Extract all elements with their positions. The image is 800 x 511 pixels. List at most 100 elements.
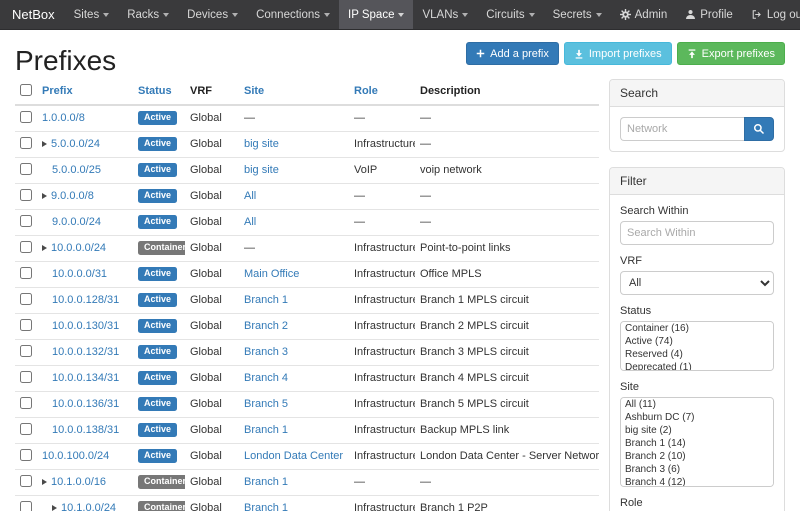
description-cell: — [415, 131, 599, 157]
prefix-link[interactable]: 5.0.0.0/25 [52, 164, 101, 176]
row-checkbox[interactable] [20, 423, 32, 435]
prefix-indent: 10.0.0.134/31 [42, 372, 119, 384]
row-select-cell [15, 261, 37, 287]
nav-item-log-out[interactable]: Log out [742, 0, 800, 29]
column-sort-link[interactable]: Prefix [42, 85, 73, 97]
nav-item-label: VLANs [422, 9, 458, 21]
row-checkbox[interactable] [20, 267, 32, 279]
site-link[interactable]: Branch 2 [244, 320, 288, 332]
row-checkbox[interactable] [20, 137, 32, 149]
prefix-link[interactable]: 1.0.0.0/8 [42, 112, 85, 124]
status-badge: Active [138, 111, 177, 125]
site-link[interactable]: Branch 1 [244, 294, 288, 306]
prefix-link[interactable]: 10.0.0.128/31 [52, 294, 119, 306]
content: PrefixStatusVRFSiteRoleDescription 1.0.0… [0, 77, 800, 511]
row-checkbox[interactable] [20, 345, 32, 357]
prefix-link[interactable]: 10.0.0.132/31 [52, 346, 119, 358]
site-option[interactable]: Branch 3 (6) [621, 463, 773, 476]
prefix-link[interactable]: 5.0.0.0/24 [51, 138, 100, 150]
status-listbox[interactable]: Container (16)Active (74)Reserved (4)Dep… [620, 321, 774, 371]
site-link[interactable]: All [244, 216, 256, 228]
status-option[interactable]: Container (16) [621, 322, 773, 335]
row-checkbox[interactable] [20, 449, 32, 461]
prefix-link[interactable]: 10.0.0.138/31 [52, 424, 119, 436]
prefix-link[interactable]: 9.0.0.0/8 [51, 190, 94, 202]
filter-panel-body: Search Within VRF All Status Container (… [610, 195, 784, 511]
status-badge: Active [138, 423, 177, 437]
site-link[interactable]: Main Office [244, 268, 299, 280]
site-option[interactable]: Branch 1 (14) [621, 437, 773, 450]
status-option[interactable]: Deprecated (1) [621, 361, 773, 371]
search-within-input[interactable] [620, 221, 774, 245]
prefix-indent: 10.0.100.0/24 [42, 450, 109, 462]
nav-item-devices[interactable]: Devices [178, 0, 247, 29]
site-link[interactable]: Branch 5 [244, 398, 288, 410]
site-link[interactable]: Branch 1 [244, 424, 288, 436]
row-checkbox[interactable] [20, 371, 32, 383]
site-option[interactable]: big site (2) [621, 424, 773, 437]
prefix-link[interactable]: 9.0.0.0/24 [52, 216, 101, 228]
search-button[interactable] [744, 117, 774, 141]
site-link[interactable]: London Data Center [244, 450, 343, 462]
vrf-select[interactable]: All [620, 271, 774, 295]
site-link[interactable]: Branch 1 [244, 476, 288, 488]
site-link[interactable]: All [244, 190, 256, 202]
column-sort-link[interactable]: Site [244, 85, 264, 97]
prefix-link[interactable]: 10.0.0.0/31 [52, 268, 107, 280]
chevron-down-icon [529, 13, 535, 17]
site-link[interactable]: big site [244, 164, 279, 176]
vrf-cell: Global [185, 209, 239, 235]
column-sort-link[interactable]: Role [354, 85, 378, 97]
nav-item-connections[interactable]: Connections [247, 0, 339, 29]
select-all-checkbox[interactable] [20, 84, 32, 96]
site-option[interactable]: All (11) [621, 398, 773, 411]
column-sort-link[interactable]: Status [138, 85, 172, 97]
import-prefixes-button[interactable]: Import prefixes [564, 42, 672, 65]
prefix-indent: 10.0.0.0/24 [42, 242, 106, 254]
site-option[interactable]: Ashburn DC (7) [621, 411, 773, 424]
row-checkbox[interactable] [20, 397, 32, 409]
row-checkbox[interactable] [20, 189, 32, 201]
prefix-link[interactable]: 10.0.0.134/31 [52, 372, 119, 384]
nav-item-secrets[interactable]: Secrets [544, 0, 611, 29]
row-select-cell [15, 391, 37, 417]
column-label: Description [420, 85, 481, 97]
nav-item-racks[interactable]: Racks [118, 0, 178, 29]
status-option[interactable]: Reserved (4) [621, 348, 773, 361]
row-checkbox[interactable] [20, 475, 32, 487]
site-listbox[interactable]: All (11)Ashburn DC (7)big site (2)Branch… [620, 397, 774, 487]
site-link[interactable]: Branch 3 [244, 346, 288, 358]
nav-item-admin[interactable]: Admin [611, 0, 677, 29]
add-a-prefix-button[interactable]: Add a prefix [466, 42, 559, 65]
nav-item-sites[interactable]: Sites [65, 0, 119, 29]
prefix-link[interactable]: 10.0.0.0/24 [51, 242, 106, 254]
prefix-link[interactable]: 10.0.0.130/31 [52, 320, 119, 332]
row-checkbox[interactable] [20, 111, 32, 123]
status-option[interactable]: Active (74) [621, 335, 773, 348]
brand-logo[interactable]: NetBox [8, 0, 65, 29]
row-checkbox[interactable] [20, 293, 32, 305]
prefix-link[interactable]: 10.1.0.0/16 [51, 476, 106, 488]
prefix-link[interactable]: 10.1.0.0/24 [61, 502, 116, 511]
nav-item-circuits[interactable]: Circuits [477, 0, 543, 29]
site-option[interactable]: Branch 4 (12) [621, 476, 773, 487]
site-option[interactable]: Branch 2 (10) [621, 450, 773, 463]
nav-item-vlans[interactable]: VLANs [413, 0, 477, 29]
search-input[interactable] [620, 117, 744, 141]
prefix-link[interactable]: 10.0.100.0/24 [42, 450, 109, 462]
vrf-cell: Global [185, 313, 239, 339]
prefixes-table: PrefixStatusVRFSiteRoleDescription 1.0.0… [15, 79, 599, 511]
row-checkbox[interactable] [20, 215, 32, 227]
prefix-cell: 10.0.0.130/31 [37, 313, 133, 339]
site-link[interactable]: Branch 4 [244, 372, 288, 384]
export-prefixes-button[interactable]: Export prefixes [677, 42, 785, 65]
prefix-link[interactable]: 10.0.0.136/31 [52, 398, 119, 410]
nav-item-profile[interactable]: Profile [676, 0, 742, 29]
site-link[interactable]: Branch 1 [244, 502, 288, 511]
row-checkbox[interactable] [20, 241, 32, 253]
nav-item-ip-space[interactable]: IP Space [339, 0, 413, 29]
row-checkbox[interactable] [20, 319, 32, 331]
row-checkbox[interactable] [20, 163, 32, 175]
row-checkbox[interactable] [20, 501, 32, 511]
site-link[interactable]: big site [244, 138, 279, 150]
